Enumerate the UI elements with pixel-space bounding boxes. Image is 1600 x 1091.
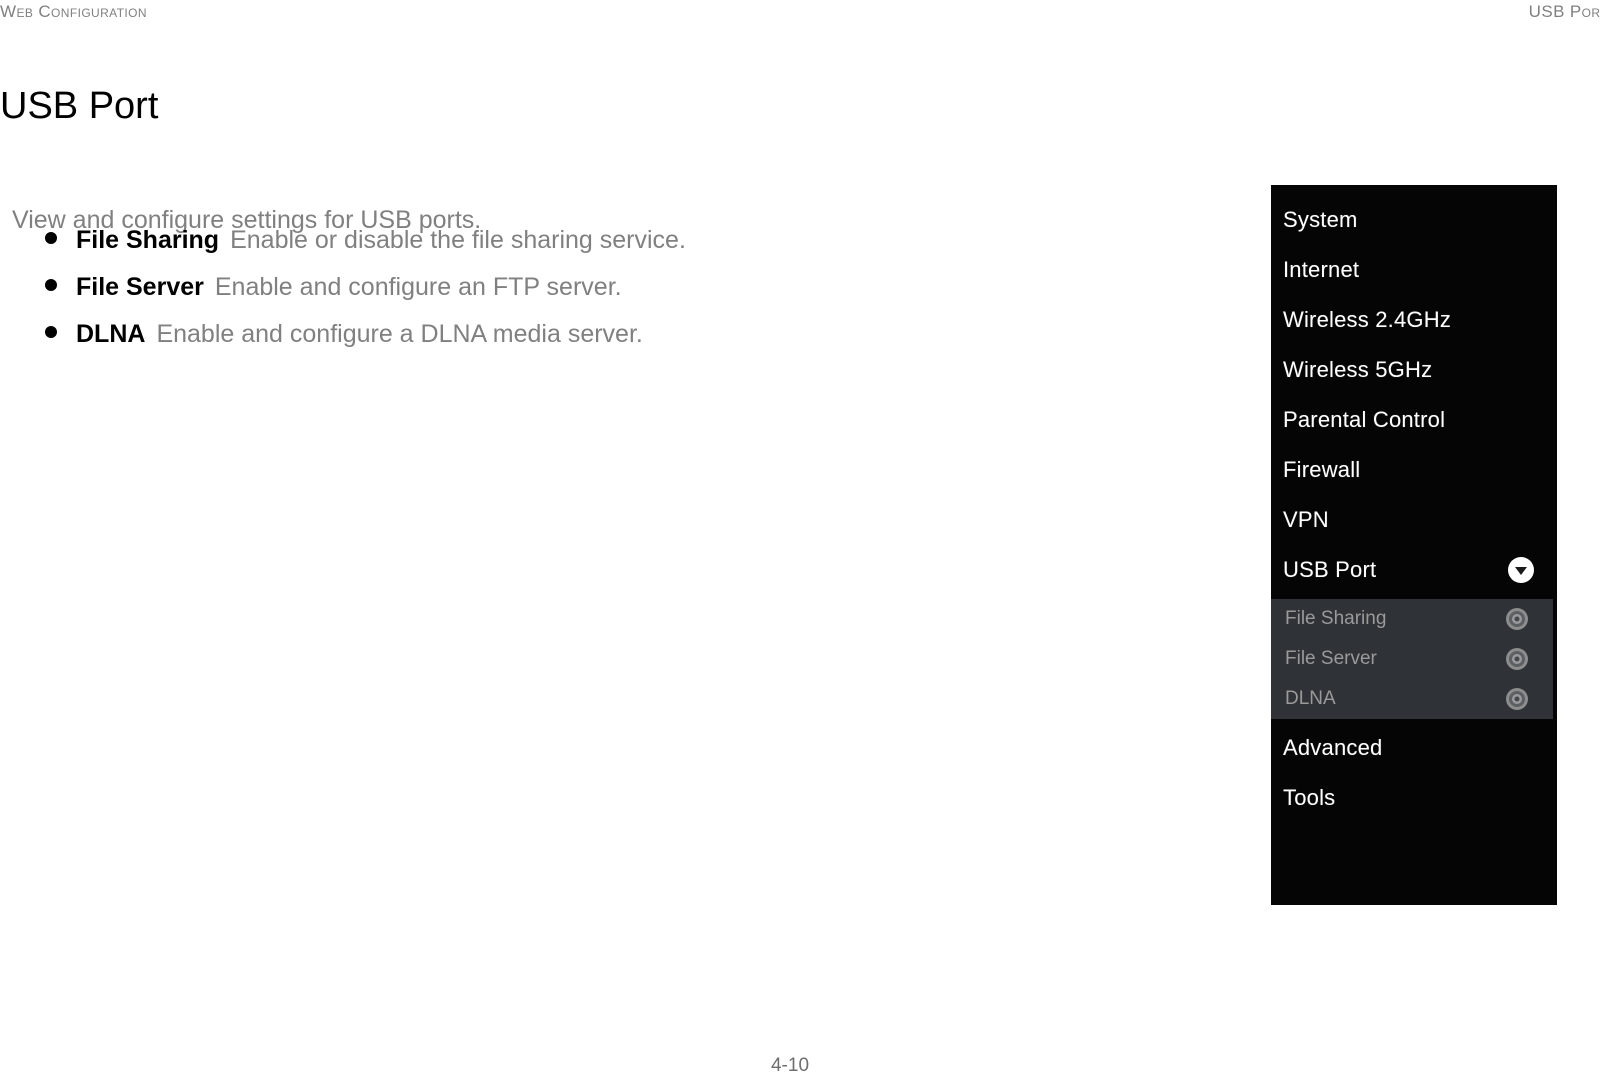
list-item: File Sharing Enable or disable the file … (0, 226, 1200, 273)
submenu-item-label: File Sharing (1285, 608, 1387, 629)
menu-item-label: Firewall (1283, 457, 1361, 482)
bullet-term: DLNA (76, 320, 146, 348)
menu-item-label: Tools (1283, 785, 1336, 810)
submenu-item-label: DLNA (1285, 688, 1336, 709)
bullet-term: File Server (76, 273, 204, 301)
bullet-dot-icon (45, 326, 57, 338)
menu-item-label: VPN (1283, 507, 1329, 532)
list-item: DLNA Enable and configure a DLNA media s… (0, 320, 1200, 367)
menu-item-vpn[interactable]: VPN (1271, 495, 1557, 545)
ring-icon[interactable] (1505, 687, 1529, 711)
header-topic-label: USB Port (1528, 2, 1600, 21)
menu-item-label: System (1283, 207, 1358, 232)
menu-item-system[interactable]: System (1271, 195, 1557, 245)
header-section-label: Web Configuration (0, 2, 147, 21)
ring-icon[interactable] (1505, 607, 1529, 631)
menu-item-internet[interactable]: Internet (1271, 245, 1557, 295)
menu-item-label: Advanced (1283, 735, 1383, 760)
menu-item-wireless-5ghz[interactable]: Wireless 5GHz (1271, 345, 1557, 395)
menu-item-label: Wireless 2.4GHz (1283, 307, 1452, 332)
submenu-item-dlna[interactable]: DLNA (1271, 679, 1553, 719)
bullet-term: File Sharing (76, 226, 220, 254)
list-item: File Server Enable and configure an FTP … (0, 273, 1200, 320)
running-header: Web Configuration USB Port (0, 0, 1600, 24)
usb-port-submenu: File Sharing File Server DLNA (1271, 599, 1553, 719)
submenu-item-label: File Server (1285, 648, 1377, 669)
ring-icon[interactable] (1505, 647, 1529, 671)
feature-bullet-list: File Sharing Enable or disable the file … (0, 226, 1200, 367)
menu-item-parental-control[interactable]: Parental Control (1271, 395, 1557, 445)
chevron-down-circle-icon[interactable] (1507, 556, 1535, 584)
menu-item-tools[interactable]: Tools (1271, 773, 1557, 823)
menu-item-label: Internet (1283, 257, 1360, 282)
menu-item-label: Wireless 5GHz (1283, 357, 1433, 382)
router-navigation-menu: System Internet Wireless 2.4GHz Wireless… (1271, 185, 1557, 905)
menu-item-label: USB Port (1283, 557, 1377, 582)
menu-item-advanced[interactable]: Advanced (1271, 723, 1557, 773)
page-number: 4-10 (770, 1055, 810, 1076)
submenu-item-file-sharing[interactable]: File Sharing (1271, 599, 1553, 639)
bullet-description: Enable or disable the file sharing servi… (230, 226, 686, 254)
bullet-description: Enable and configure a DLNA media server… (156, 320, 643, 348)
menu-item-wireless-24ghz[interactable]: Wireless 2.4GHz (1271, 295, 1557, 345)
bullet-description: Enable and configure an FTP server. (214, 273, 622, 301)
page-footer: 4-10 (0, 1055, 1600, 1077)
bullet-dot-icon (45, 232, 57, 244)
bullet-dot-icon (45, 279, 57, 291)
menu-item-firewall[interactable]: Firewall (1271, 445, 1557, 495)
menu-item-usb-port[interactable]: USB Port (1271, 545, 1557, 595)
menu-item-label: Parental Control (1283, 407, 1446, 432)
page-title: USB Port (0, 85, 159, 128)
submenu-item-file-server[interactable]: File Server (1271, 639, 1553, 679)
